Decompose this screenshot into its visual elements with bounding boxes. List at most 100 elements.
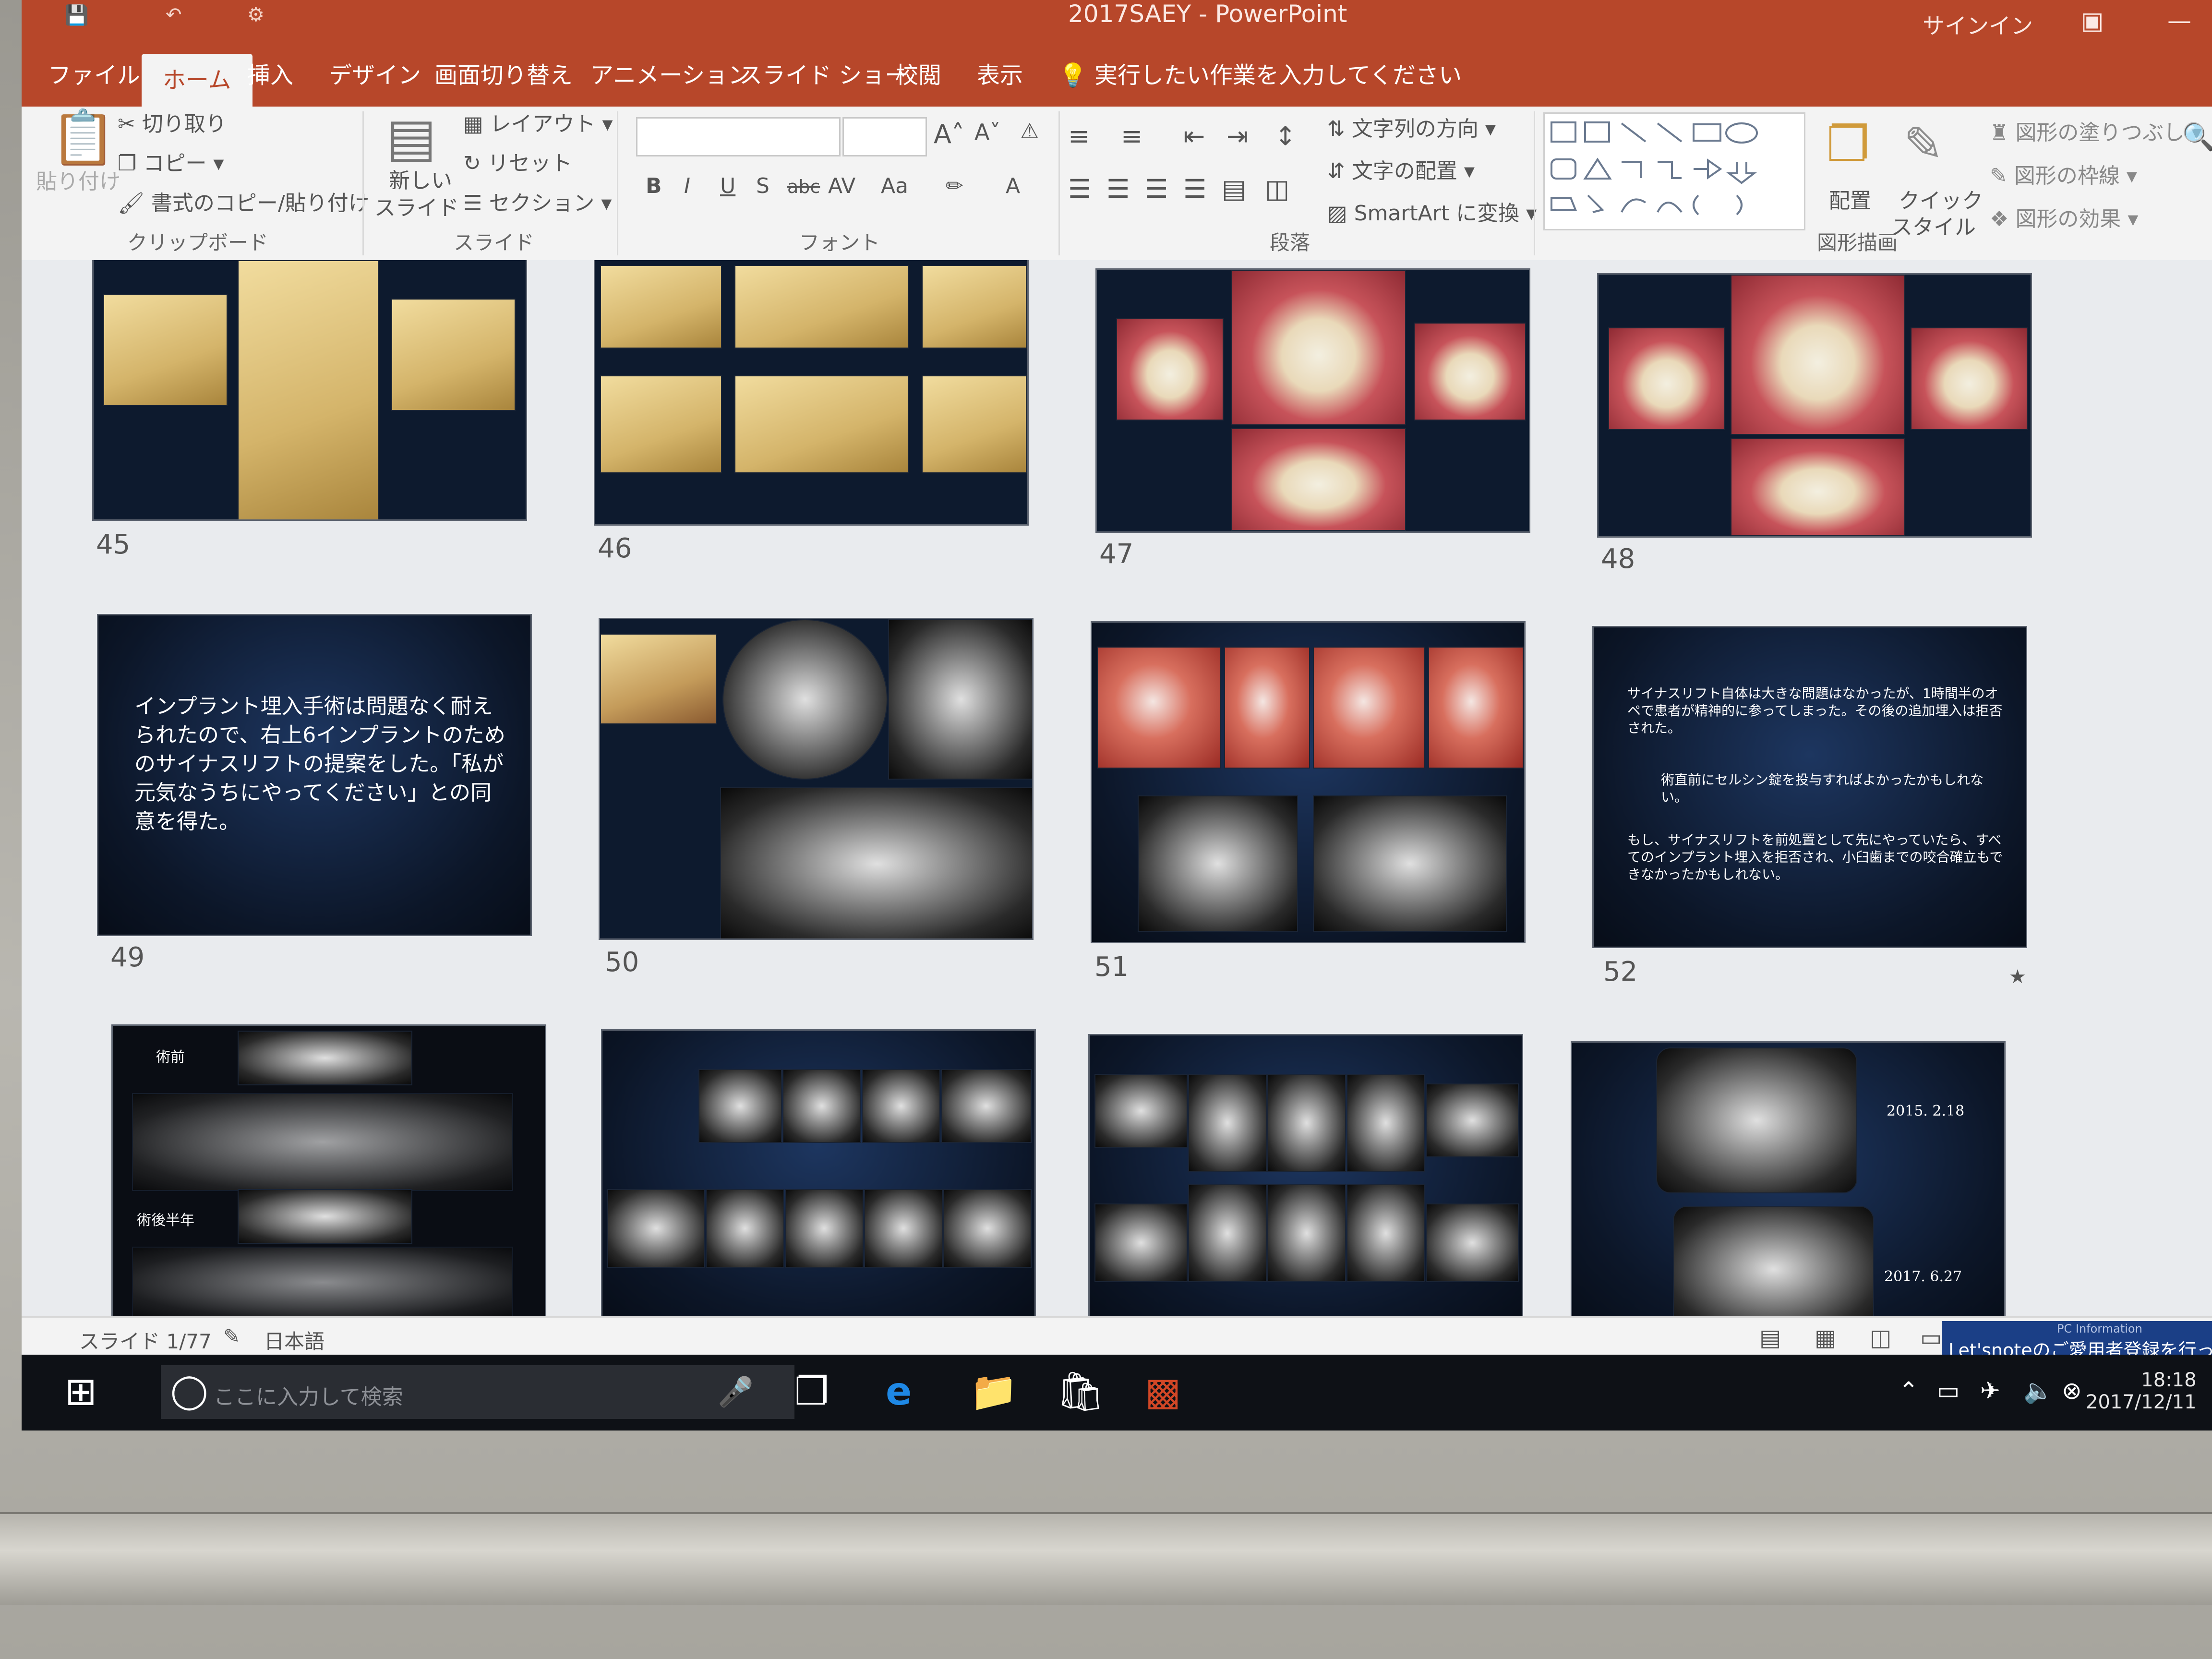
align-left-icon[interactable]: ☰ (1068, 174, 1091, 204)
text-direction-button[interactable]: ⇅ 文字列の方向 ▾ (1327, 111, 1496, 142)
slide-thumbnail-48[interactable] (1599, 275, 2031, 536)
slide-thumbnail-52[interactable]: サイナスリフト自体は大きな問題はなかったが、1時間半のオペで患者が精神的に参って… (1594, 627, 2026, 947)
format-painter-button[interactable]: 🖌 書式のコピー/貼り付け (118, 186, 370, 216)
tab-slideshow[interactable]: スライド ショー (739, 49, 908, 102)
section-button[interactable]: ☰ セクション ▾ (463, 186, 612, 216)
shape-outline-button[interactable]: ✎ 図形の枠線 ▾ (1990, 158, 2137, 189)
quick-access-icon[interactable]: ⚙ (247, 4, 281, 26)
tab-design[interactable]: デザイン (329, 49, 421, 102)
signin-link[interactable]: サインイン (1923, 9, 2033, 40)
quick-style-icon[interactable]: ✎ (1903, 116, 1944, 172)
clear-format-icon[interactable]: ⚠ (1020, 119, 1039, 144)
align-text-button[interactable]: ⇵ 文字の配置 ▾ (1327, 154, 1475, 184)
slide-thumbnail-46[interactable] (595, 260, 1027, 524)
tab-insert[interactable]: 挿入 (247, 49, 293, 102)
slide-thumbnail-51[interactable] (1092, 623, 1524, 942)
arrange-button[interactable]: 配置 (1829, 183, 1871, 214)
tab-transitions[interactable]: 画面切り替え (434, 49, 573, 102)
align-center-icon[interactable]: ☰ (1106, 174, 1130, 204)
tab-animations[interactable]: アニメーション (590, 49, 751, 102)
slide-number: 52 (1603, 956, 1638, 987)
bold-button[interactable]: B (646, 174, 662, 198)
volume-icon[interactable]: 🔈 (2023, 1377, 2053, 1405)
shrink-font-icon[interactable]: A˅ (974, 119, 1000, 145)
char-spacing-button[interactable]: AV (828, 174, 855, 198)
reset-button[interactable]: ↻ リセット (463, 146, 572, 177)
ribbon-tabs: ファイル ホーム 挿入 デザイン 画面切り替え アニメーション スライド ショー… (22, 44, 2212, 107)
slide-thumbnail-47[interactable] (1097, 270, 1529, 531)
columns-icon[interactable]: ◫ (1265, 174, 1289, 204)
slide-thumbnail-45[interactable] (94, 260, 526, 519)
task-view-icon[interactable]: ❐ (794, 1369, 829, 1414)
reading-view-icon[interactable]: ◫ (1870, 1324, 1891, 1351)
cut-button[interactable]: ✂ 切り取り (118, 107, 227, 137)
align-right-icon[interactable]: ☰ (1145, 174, 1168, 204)
slide-thumbnail-55[interactable] (1090, 1035, 1522, 1316)
file-explorer-icon[interactable]: 📁 (970, 1369, 1018, 1414)
strike-button[interactable]: abc (787, 176, 820, 197)
slide-thumbnail-49[interactable]: インプラント埋入手術は問題なく耐えられたので、右上6インプラントのためのサイナス… (98, 615, 530, 935)
font-color-button[interactable]: A (1006, 174, 1020, 198)
highlight-icon[interactable]: ✏ (946, 174, 963, 198)
normal-view-icon[interactable]: ▤ (1759, 1324, 1781, 1351)
notification-icon[interactable]: ⊗ (2062, 1377, 2082, 1405)
find-icon[interactable]: 🔍 (2182, 121, 2212, 153)
sorter-view-icon[interactable]: ▦ (1815, 1324, 1836, 1351)
paste-button[interactable]: 貼り付け (36, 164, 120, 195)
line-spacing-icon[interactable]: ↕ (1274, 121, 1296, 151)
outdent-icon[interactable]: ⇤ (1183, 121, 1205, 151)
restore-icon[interactable]: ▣ (2081, 7, 2104, 35)
store-icon[interactable]: 🛍 (1056, 1369, 1105, 1414)
new-slide-label-2[interactable]: スライド (374, 191, 459, 221)
layout-button[interactable]: ▦ レイアウト ▾ (463, 107, 613, 137)
surgical-photo (1313, 647, 1425, 769)
slideshow-view-icon[interactable]: ▭ (1920, 1324, 1942, 1351)
shadow-button[interactable]: S (756, 174, 769, 198)
grow-font-icon[interactable]: A˄ (934, 119, 964, 149)
save-icon[interactable]: 💾 (65, 4, 98, 26)
battery-icon[interactable]: ▭ (1937, 1377, 1960, 1405)
airplane-icon[interactable]: ✈ (1980, 1377, 2000, 1405)
tab-view[interactable]: 表示 (977, 49, 1023, 102)
justify-icon[interactable]: ☰ (1183, 174, 1206, 204)
slide-thumbnail-53[interactable]: 術前 術後半年 (113, 1026, 545, 1316)
tab-file[interactable]: ファイル (48, 49, 140, 102)
edge-icon[interactable]: e (886, 1369, 912, 1414)
shape-fill-button[interactable]: ♜ 図形の塗りつぶし ▾ (1990, 115, 2202, 146)
microphone-icon[interactable]: 🎤 (718, 1375, 754, 1409)
windows-start-icon[interactable]: ⊞ (65, 1369, 97, 1414)
italic-button[interactable]: I (684, 174, 690, 198)
slide-thumbnail-54[interactable] (602, 1031, 1034, 1316)
minimize-icon[interactable]: — (2167, 7, 2191, 35)
system-clock[interactable]: 18:18 2017/12/11 (2086, 1369, 2197, 1413)
pc-information-banner[interactable]: PC Information Let'snoteのご愛用者登録を行って (1942, 1321, 2212, 1361)
language-indicator[interactable]: 日本語 (264, 1325, 325, 1355)
font-name-field[interactable] (636, 117, 841, 156)
notes-icon[interactable]: ✎ (223, 1324, 240, 1348)
tab-review[interactable]: 校閲 (895, 49, 941, 102)
shape-effect-button[interactable]: ❖ 図形の効果 ▾ (1990, 202, 2139, 232)
paste-icon[interactable]: 📋 (50, 107, 116, 168)
new-slide-label-1[interactable]: 新しい (389, 163, 452, 194)
copy-button[interactable]: ❐ コピー ▾ (118, 146, 224, 177)
bullets-icon[interactable]: ≡ (1068, 121, 1090, 151)
powerpoint-icon[interactable]: ▩ (1145, 1369, 1181, 1414)
font-size-field[interactable] (842, 117, 927, 156)
quick-style-label-2[interactable]: スタイル (1891, 210, 1976, 240)
numbering-icon[interactable]: ≡ (1121, 121, 1142, 151)
smartart-button[interactable]: ▨ SmartArt に変換 ▾ (1327, 196, 1537, 227)
slide-thumbnail-50[interactable] (600, 619, 1032, 938)
tell-me-search[interactable]: 💡 実行したい作業を入力してください (1058, 49, 1462, 102)
change-case-button[interactable]: Aa (881, 174, 908, 198)
new-slide-icon[interactable]: ▤ (386, 107, 436, 168)
chevron-up-icon[interactable]: ⌃ (1899, 1377, 1919, 1405)
distribute-icon[interactable]: ▤ (1222, 174, 1246, 204)
taskbar-search-box[interactable]: ◯ ここに入力して検索 🎤 (161, 1365, 794, 1419)
undo-icon[interactable]: ↶ (166, 4, 199, 26)
underline-button[interactable]: U (720, 174, 735, 198)
arrange-icon[interactable]: ❐ (1827, 116, 1870, 172)
tab-home[interactable]: ホーム (142, 54, 252, 107)
slide-thumbnail-56[interactable]: 2015. 2.18 2017. 6.27 (1572, 1043, 2004, 1316)
indent-icon[interactable]: ⇥ (1226, 121, 1248, 151)
shapes-gallery[interactable] (1543, 112, 1805, 230)
